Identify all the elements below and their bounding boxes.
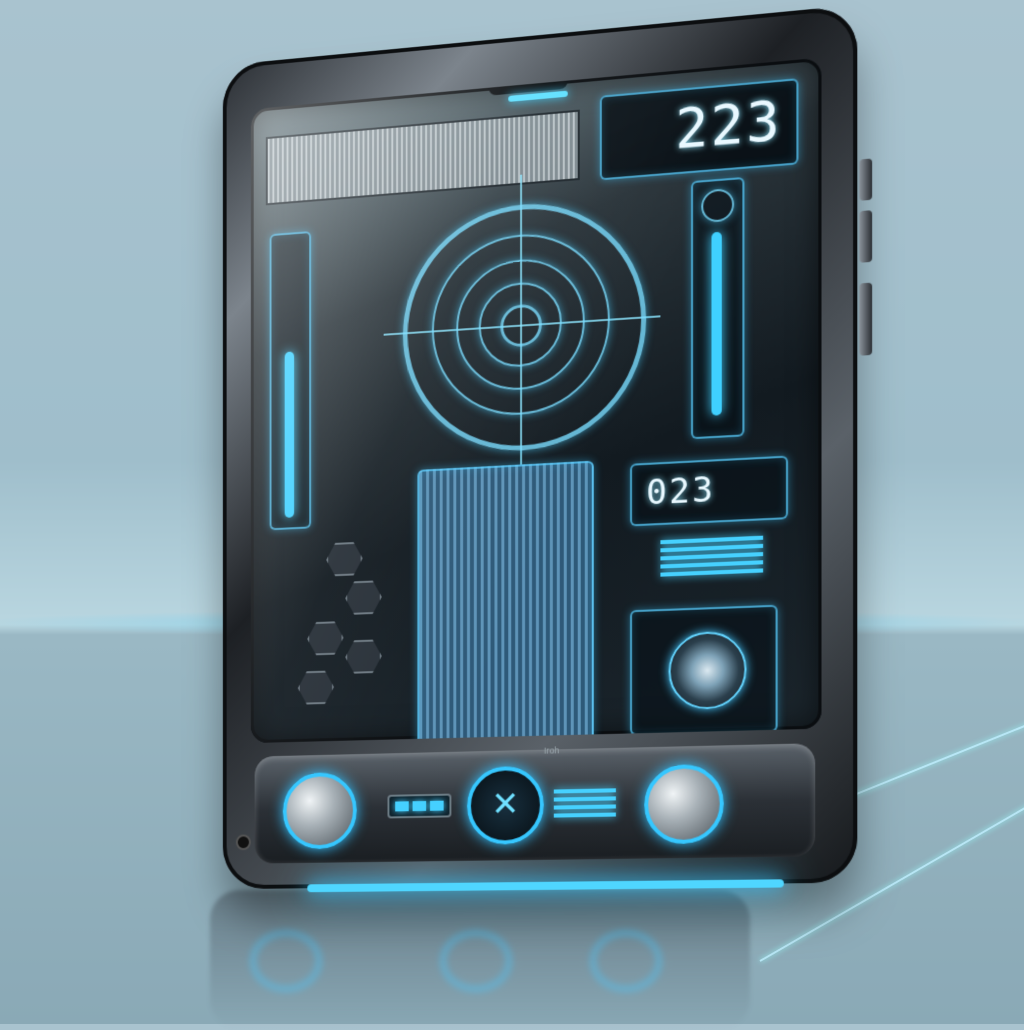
close-icon: ✕ [491, 784, 519, 824]
slider-top-indicator [701, 188, 734, 223]
top-readout-value: 223 [675, 88, 782, 161]
hex-button[interactable] [326, 542, 362, 577]
hex-button[interactable] [345, 580, 381, 615]
center-close-button[interactable]: ✕ [467, 766, 544, 845]
hex-button[interactable] [298, 670, 334, 704]
speaker-cone [669, 630, 747, 710]
device-reflection [210, 890, 750, 1030]
speaker-panel [630, 605, 778, 736]
left-level-bar[interactable] [285, 351, 294, 517]
left-indicator-slot [387, 794, 451, 819]
indicator-light [395, 801, 409, 811]
control-strip: ✕ Iroh [255, 743, 816, 863]
side-button-top[interactable] [859, 158, 872, 200]
top-readout-panel: 223 [600, 78, 799, 180]
right-indicator-lines [554, 788, 616, 817]
hex-button-cluster [288, 540, 393, 720]
hex-button[interactable] [345, 639, 381, 674]
device-screen: 223 023 [251, 58, 822, 744]
mid-readout-value: 023 [646, 470, 715, 514]
left-knob[interactable] [283, 772, 357, 850]
left-slider-panel [270, 231, 312, 530]
hex-button[interactable] [307, 621, 343, 656]
tablet-device: 223 023 [223, 5, 857, 889]
indicator-light [413, 801, 427, 811]
right-knob[interactable] [644, 764, 724, 845]
side-button-middle[interactable] [859, 210, 872, 263]
mid-indicator-lines [660, 536, 763, 577]
indicator-light [430, 801, 444, 811]
waveform-display [417, 461, 593, 743]
mid-readout-panel: 023 [630, 456, 788, 527]
right-level-bar[interactable] [711, 232, 721, 416]
right-slider-panel [691, 177, 744, 439]
central-dial[interactable] [403, 195, 640, 451]
side-button-bottom[interactable] [859, 283, 872, 356]
header-vent-grille [266, 110, 580, 206]
control-strip-label: Iroh [544, 745, 559, 755]
